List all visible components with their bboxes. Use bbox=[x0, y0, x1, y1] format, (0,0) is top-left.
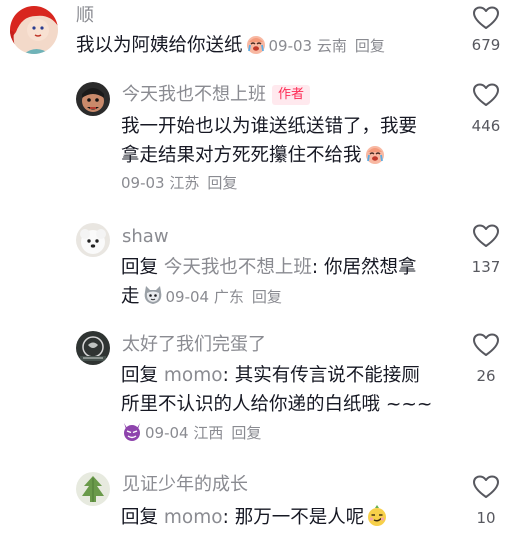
username[interactable]: shaw bbox=[122, 226, 169, 248]
like-button[interactable]: 137 bbox=[466, 224, 506, 276]
comment-item: 今天我也不想上班 作者 我一开始也以为谁送纸送错了，我要 拿走结果对方死死攥住不给… bbox=[0, 75, 507, 205]
reply-to-username[interactable]: momo bbox=[164, 507, 223, 528]
comment-line: 回复 momo: 那万一不是人呢 bbox=[121, 503, 461, 532]
like-count: 679 bbox=[471, 36, 501, 54]
comment-line: 我一开始也以为谁送纸送错了，我要 bbox=[121, 116, 418, 137]
comment-text: 我一开始也以为谁送纸送错了，我要 拿走结果对方死死攥住不给我 09-03 江苏回… bbox=[121, 112, 461, 196]
comment-location: 江西 bbox=[193, 424, 224, 442]
like-count: 26 bbox=[476, 367, 496, 385]
reply-to-username[interactable]: 今天我也不想上班 bbox=[164, 257, 312, 278]
username[interactable]: 见证少年的成长 bbox=[122, 474, 248, 496]
like-button[interactable]: 679 bbox=[466, 6, 506, 54]
comment-date: 09-03 bbox=[268, 37, 313, 55]
comment-body: 我以为阿姨给你送纸 bbox=[76, 35, 243, 56]
username[interactable]: 今天我也不想上班 作者 bbox=[122, 84, 311, 106]
username-text: 今天我也不想上班 bbox=[122, 84, 266, 105]
username[interactable]: 顺 bbox=[76, 5, 94, 27]
comment-location: 云南 bbox=[316, 37, 347, 55]
comment-line-text: 拿走结果对方死死攥住不给我 bbox=[121, 145, 362, 166]
avatar[interactable] bbox=[76, 472, 110, 506]
comment-item: 太好了我们完蛋了 回复 momo: 其实有传言说不能接厕 所里不认识的人给你递的… bbox=[0, 325, 507, 455]
comment-meta: 09-04 江西 回复 bbox=[145, 424, 261, 442]
avatar[interactable] bbox=[76, 331, 110, 365]
comment-date: 09-04 bbox=[165, 288, 210, 306]
reply-button[interactable]: 回复 bbox=[355, 37, 385, 55]
comment-line: 拿走结果对方死死攥住不给我 bbox=[121, 141, 461, 170]
reply-prefix: 回复 bbox=[121, 257, 159, 278]
smirk-face-emoji bbox=[368, 505, 387, 526]
avatar[interactable] bbox=[76, 223, 110, 257]
comment-meta-line: 09-04 江西 回复 bbox=[121, 419, 461, 447]
comment-line-text: : 其实有传言说不能接厕 bbox=[222, 365, 420, 386]
heart-icon bbox=[473, 224, 499, 247]
reply-button[interactable]: 回复 bbox=[207, 174, 237, 192]
comment-line-text: : 你居然想拿 bbox=[311, 257, 417, 278]
comment-line: 走 09-04 广东 回复 bbox=[121, 282, 461, 312]
heart-icon bbox=[473, 475, 499, 498]
author-badge: 作者 bbox=[272, 85, 311, 105]
comment-meta: 09-03 云南 回复 bbox=[269, 37, 385, 55]
reply-to-username[interactable]: momo bbox=[164, 365, 223, 386]
comment-line: 回复 今天我也不想上班: 你居然想拿 bbox=[121, 253, 461, 282]
comment-meta: 09-04 广东 回复 bbox=[166, 288, 282, 306]
username[interactable]: 太好了我们完蛋了 bbox=[122, 334, 266, 356]
like-button[interactable]: 26 bbox=[466, 333, 506, 385]
comment-line: 所里不认识的人给你递的白纸哦 ~~~ bbox=[121, 394, 433, 415]
comment-text: 回复 今天我也不想上班: 你居然想拿 走 09-04 广东 回复 bbox=[121, 253, 461, 312]
reply-button[interactable]: 回复 bbox=[231, 424, 261, 442]
comment-text: 我以为阿姨给你送纸 09-03 云南 回复 bbox=[76, 32, 436, 60]
comment-location: 广东 bbox=[213, 288, 244, 306]
reply-button[interactable]: 回复 bbox=[252, 288, 282, 306]
comment-item: 见证少年的成长 回复 momo: 那万一不是人呢 10 bbox=[0, 465, 507, 537]
comment-date: 09-04 bbox=[145, 424, 189, 442]
comment-item: shaw 回复 今天我也不想上班: 你居然想拿 走 09-04 广东 回复 137 bbox=[0, 215, 507, 320]
reply-prefix: 回复 bbox=[121, 365, 159, 386]
comment-line-text: : 那万一不是人呢 bbox=[222, 507, 365, 528]
comment-line-text: 走 bbox=[121, 286, 140, 307]
comment-text: 回复 momo: 其实有传言说不能接厕 所里不认识的人给你递的白纸哦 ~~~ 0… bbox=[121, 361, 461, 447]
avatar[interactable] bbox=[76, 82, 110, 116]
like-button[interactable]: 10 bbox=[466, 475, 506, 527]
comment-text: 回复 momo: 那万一不是人呢 bbox=[121, 503, 461, 532]
heart-icon bbox=[473, 333, 499, 356]
like-count: 446 bbox=[471, 117, 501, 135]
crying-face-emoji bbox=[246, 36, 265, 54]
heart-icon bbox=[473, 83, 499, 106]
comment-date: 09-03 bbox=[121, 174, 165, 192]
crying-face-emoji bbox=[365, 146, 384, 164]
like-count: 10 bbox=[476, 509, 496, 527]
avatar[interactable] bbox=[10, 6, 58, 54]
heart-icon bbox=[473, 6, 499, 29]
comment-meta: 09-03 江苏 回复 bbox=[121, 170, 461, 196]
comment-line: 回复 momo: 其实有传言说不能接厕 bbox=[121, 361, 461, 390]
comment-item: 顺 我以为阿姨给你送纸 09-03 云南 回复 679 bbox=[0, 0, 507, 75]
cat-face-emoji bbox=[144, 286, 161, 304]
comment-location: 江苏 bbox=[169, 174, 200, 192]
like-count: 137 bbox=[471, 258, 501, 276]
reply-prefix: 回复 bbox=[121, 507, 159, 528]
devil-face-emoji bbox=[124, 423, 140, 441]
like-button[interactable]: 446 bbox=[466, 83, 506, 135]
